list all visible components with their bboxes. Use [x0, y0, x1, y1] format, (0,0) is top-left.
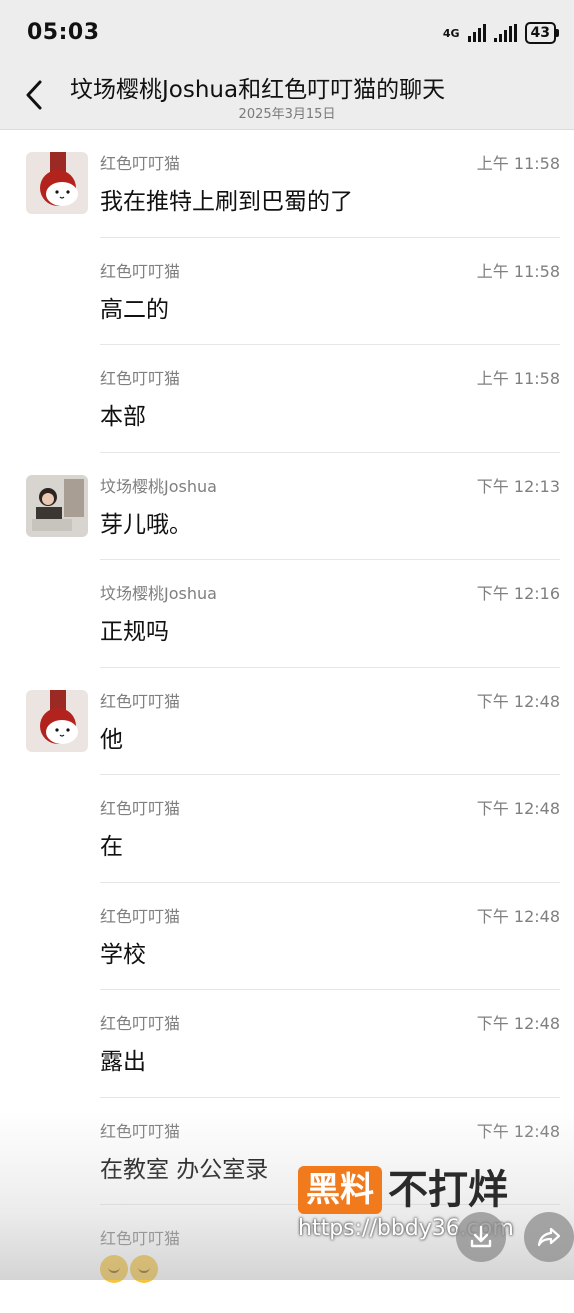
sender-name: 红色叮叮猫 [100, 691, 181, 711]
sender-name: 坟场樱桃Joshua [100, 584, 217, 603]
share-icon [537, 1227, 561, 1247]
avatar[interactable] [26, 689, 88, 752]
message-text[interactable]: 正规吗 [100, 612, 169, 646]
cat-avatar-icon [26, 152, 88, 214]
message-row[interactable]: 坟场樱桃Joshua 下午 12:13 芽儿哦。 [0, 453, 574, 560]
signal-icon [467, 24, 486, 42]
battery-icon: 43 [524, 22, 560, 44]
avatar[interactable] [26, 474, 88, 537]
message-time: 上午 11:58 [476, 369, 560, 388]
message-time: 下午 12:16 [476, 584, 560, 603]
message-text[interactable]: 露出 [100, 1042, 146, 1076]
message-text[interactable]: 我在推特上刷到巴蜀的了 [100, 182, 353, 216]
person-avatar-icon [26, 474, 88, 537]
message-text[interactable]: 高二的 [100, 290, 169, 324]
sender-name: 红色叮叮猫 [100, 1014, 181, 1033]
network-type-label: 4G [442, 26, 460, 40]
avatar[interactable] [26, 152, 88, 214]
sender-name: 红色叮叮猫 [100, 369, 181, 388]
message-text[interactable]: 在 [100, 827, 123, 861]
laughing-crying-emoji-icon [100, 1255, 128, 1283]
message-row[interactable]: 红色叮叮猫 上午 11:58 本部 [0, 345, 574, 453]
message-row[interactable]: 红色叮叮猫 上午 11:58 我在推特上刷到巴蜀的了 [0, 130, 574, 238]
message-row[interactable]: 红色叮叮猫 下午 12:48 在 [0, 775, 574, 883]
sender-name: 红色叮叮猫 [100, 1121, 181, 1141]
signal-icon-secondary [493, 24, 517, 42]
message-row[interactable]: 红色叮叮猫 下午 12:48 他 [0, 668, 574, 775]
message-list: 红色叮叮猫 上午 11:58 我在推特上刷到巴蜀的了 红色叮叮猫 上午 11:5… [0, 130, 574, 1313]
message-row[interactable]: 坟场樱桃Joshua 下午 12:16 正规吗 [0, 560, 574, 668]
message-time: 下午 12:48 [476, 906, 560, 926]
message-time: 下午 12:48 [476, 1121, 560, 1141]
message-time: 下午 12:48 [476, 691, 560, 711]
message-emojis[interactable] [100, 1255, 158, 1283]
sender-name: 红色叮叮猫 [100, 799, 181, 818]
hot-sweat-emoji-icon [130, 1255, 158, 1283]
sender-name: 红色叮叮猫 [100, 154, 181, 173]
message-text[interactable]: 在教室 办公室录 [100, 1150, 268, 1184]
message-row[interactable]: 红色叮叮猫 下午 12:48 露出 [0, 990, 574, 1098]
sender-name: 红色叮叮猫 [100, 906, 181, 926]
chat-header: 坟场樱桃Joshua和红色叮叮猫的聊天 2025年3月15日 [0, 66, 574, 130]
share-button[interactable] [524, 1212, 574, 1262]
message-time: 下午 12:48 [476, 1014, 560, 1033]
sender-name: 红色叮叮猫 [100, 1229, 181, 1248]
message-row[interactable]: 红色叮叮猫 上午 11:58 高二的 [0, 238, 574, 345]
message-time: 下午 12:48 [476, 799, 560, 818]
download-icon [470, 1225, 492, 1248]
message-text[interactable]: 本部 [100, 397, 146, 431]
message-time: 上午 11:58 [476, 154, 560, 173]
message-text[interactable]: 他 [100, 720, 123, 754]
message-time: 下午 12:13 [476, 476, 560, 496]
download-button[interactable] [456, 1212, 506, 1262]
message-row[interactable]: 红色叮叮猫 下午 12:48 学校 [0, 883, 574, 990]
message-text[interactable]: 芽儿哦。 [100, 505, 192, 539]
watermark-badge: 黑料 [298, 1166, 382, 1214]
status-bar: 05:03 4G 43 [0, 0, 574, 66]
sender-name: 红色叮叮猫 [100, 261, 181, 281]
sender-name: 坟场樱桃Joshua [100, 476, 217, 496]
cat-avatar-icon [26, 689, 88, 752]
status-time: 05:03 [27, 20, 100, 45]
status-indicators: 4G 43 [442, 22, 560, 44]
page-title: 坟场樱桃Joshua和红色叮叮猫的聊天 [70, 77, 446, 103]
message-text[interactable]: 学校 [100, 935, 146, 969]
message-time: 上午 11:58 [476, 261, 560, 281]
chat-date: 2025年3月15日 [238, 107, 336, 122]
watermark-text: 不打烊 [388, 1167, 508, 1213]
